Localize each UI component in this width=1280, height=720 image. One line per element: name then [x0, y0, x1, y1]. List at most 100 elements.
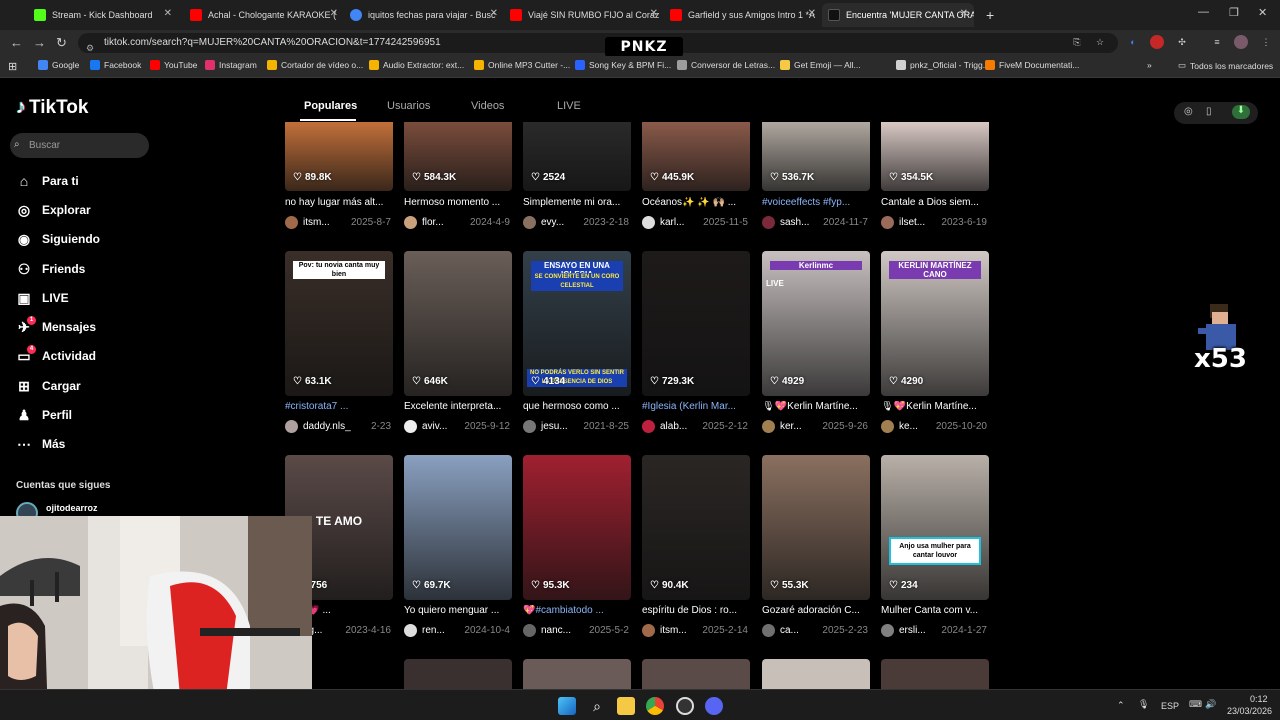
- video-thumbnail[interactable]: [404, 251, 512, 396]
- author-name[interactable]: daddy.nls_: [303, 421, 351, 432]
- like-count: ♡ 234: [889, 580, 918, 591]
- like-count: ♡ 89.8K: [293, 172, 332, 183]
- video-thumbnail[interactable]: [762, 455, 870, 600]
- avatar[interactable]: [642, 216, 655, 229]
- live-badge: LIVE: [766, 279, 784, 288]
- author-name[interactable]: ker...: [780, 421, 802, 432]
- windows-start-icon[interactable]: [558, 697, 576, 715]
- avatar[interactable]: [285, 216, 298, 229]
- video-title[interactable]: Yo quiero menguar ...: [404, 605, 516, 616]
- post-date: 2021-8-25: [583, 421, 629, 432]
- video-title[interactable]: Hermoso momento ...: [404, 197, 516, 208]
- avatar[interactable]: [642, 624, 655, 637]
- video-thumbnail[interactable]: [762, 251, 870, 396]
- avatar[interactable]: [404, 420, 417, 433]
- combo-count: x53: [1194, 344, 1247, 374]
- chrome-icon[interactable]: [646, 697, 664, 715]
- video-meta: aviv... 2025-9-12: [404, 420, 516, 433]
- like-count: ♡ 4290: [889, 376, 923, 387]
- video-thumbnail[interactable]: [642, 251, 750, 396]
- author-name[interactable]: sash...: [780, 217, 809, 228]
- post-date: 2023-6-19: [941, 217, 987, 228]
- file-explorer-icon[interactable]: [617, 697, 635, 715]
- thumbnail-caption: KERLIN MARTÍNEZ CANO: [889, 261, 981, 279]
- tray-chevron-icon[interactable]: ⌃: [1117, 700, 1125, 711]
- avatar[interactable]: [523, 420, 536, 433]
- avatar[interactable]: [881, 624, 894, 637]
- avatar[interactable]: [285, 420, 298, 433]
- avatar[interactable]: [762, 216, 775, 229]
- author-name[interactable]: nanc...: [541, 625, 571, 636]
- clock-date[interactable]: 23/03/2026: [1227, 706, 1272, 716]
- author-name[interactable]: aviv...: [422, 421, 447, 432]
- video-meta: ke... 2025-10-20: [881, 420, 993, 433]
- stream-combo-overlay: x53: [1192, 298, 1252, 378]
- author-name[interactable]: evy...: [541, 217, 564, 228]
- author-name[interactable]: itsm...: [303, 217, 330, 228]
- volume-icon[interactable]: 🔊: [1205, 699, 1216, 710]
- like-count: ♡ 95.3K: [531, 580, 570, 591]
- author-name[interactable]: ilset...: [899, 217, 925, 228]
- avatar[interactable]: [881, 420, 894, 433]
- video-title[interactable]: que hermoso como ...: [523, 401, 635, 412]
- video-thumbnail[interactable]: [881, 659, 989, 689]
- microphone-icon[interactable]: 🎙: [1138, 699, 1149, 710]
- network-icon[interactable]: ⌨: [1189, 699, 1202, 710]
- author-name[interactable]: ke...: [899, 421, 918, 432]
- video-thumbnail[interactable]: [523, 455, 631, 600]
- video-thumbnail[interactable]: [762, 659, 870, 689]
- video-title[interactable]: 💖#cambiatodo ...: [523, 605, 635, 616]
- video-thumbnail[interactable]: [642, 659, 750, 689]
- video-title[interactable]: 🎙💖Kerlin Martíne...: [881, 401, 993, 412]
- search-icon[interactable]: ⌕: [588, 697, 606, 715]
- thumbnail-caption: Pov: tu novia canta muy bien: [293, 261, 385, 279]
- video-title[interactable]: #Iglesia (Kerlin Mar...: [642, 401, 754, 412]
- avatar[interactable]: [881, 216, 894, 229]
- obs-icon[interactable]: [676, 697, 694, 715]
- like-count: ♡ 69.7K: [412, 580, 451, 591]
- avatar[interactable]: [642, 420, 655, 433]
- post-date: 2-23: [370, 421, 391, 432]
- video-thumbnail[interactable]: [523, 659, 631, 689]
- avatar[interactable]: [523, 624, 536, 637]
- post-date: 2024-4-9: [469, 217, 510, 228]
- author-name[interactable]: itsm...: [660, 625, 687, 636]
- video-title[interactable]: #voiceeffects #fyp...: [762, 197, 874, 208]
- author-name[interactable]: jesu...: [541, 421, 568, 432]
- avatar[interactable]: [404, 216, 417, 229]
- language-indicator[interactable]: ESP: [1161, 701, 1179, 711]
- video-title[interactable]: Cantale a Dios siem...: [881, 197, 993, 208]
- post-date: 2025-9-26: [822, 421, 868, 432]
- heart-icon: ♡: [412, 376, 421, 387]
- avatar[interactable]: [523, 216, 536, 229]
- author-name[interactable]: flor...: [422, 217, 444, 228]
- avatar[interactable]: [762, 624, 775, 637]
- author-name[interactable]: ersli...: [899, 625, 926, 636]
- clock-time[interactable]: 0:12: [1250, 694, 1268, 704]
- avatar[interactable]: [404, 624, 417, 637]
- author-name[interactable]: ca...: [780, 625, 799, 636]
- discord-icon[interactable]: [705, 697, 723, 715]
- taskbar: ⌕ ⌃ 🎙 ESP ⌨ 🔊 0:12 23/03/2026: [0, 689, 1280, 720]
- video-title[interactable]: Simplemente mi ora...: [523, 197, 635, 208]
- video-title[interactable]: #cristorata7 ...: [285, 401, 397, 412]
- video-title[interactable]: Mulher Canta com v...: [881, 605, 993, 616]
- video-title[interactable]: 🎙💖Kerlin Martíne...: [762, 401, 874, 412]
- video-thumbnail[interactable]: [404, 659, 512, 689]
- video-title[interactable]: espíritu de Dios : ro...: [642, 605, 754, 616]
- author-name[interactable]: alab...: [660, 421, 687, 432]
- like-count-value: 63.1K: [304, 376, 332, 387]
- video-thumbnail[interactable]: [881, 455, 989, 600]
- video-thumbnail[interactable]: [642, 455, 750, 600]
- avatar[interactable]: [762, 420, 775, 433]
- like-count-value: 4134: [542, 376, 566, 387]
- video-thumbnail[interactable]: [404, 455, 512, 600]
- video-meta: itsm... 2025-8-7: [285, 216, 397, 229]
- video-title[interactable]: Océanos✨ ✨ 🙌🏼 ...: [642, 197, 754, 208]
- video-title[interactable]: Gozaré adoración C...: [762, 605, 874, 616]
- like-count-value: 536.7K: [781, 172, 815, 183]
- author-name[interactable]: karl...: [660, 217, 684, 228]
- video-title[interactable]: Excelente interpreta...: [404, 401, 516, 412]
- video-title[interactable]: no hay lugar más alt...: [285, 197, 397, 208]
- author-name[interactable]: ren...: [422, 625, 445, 636]
